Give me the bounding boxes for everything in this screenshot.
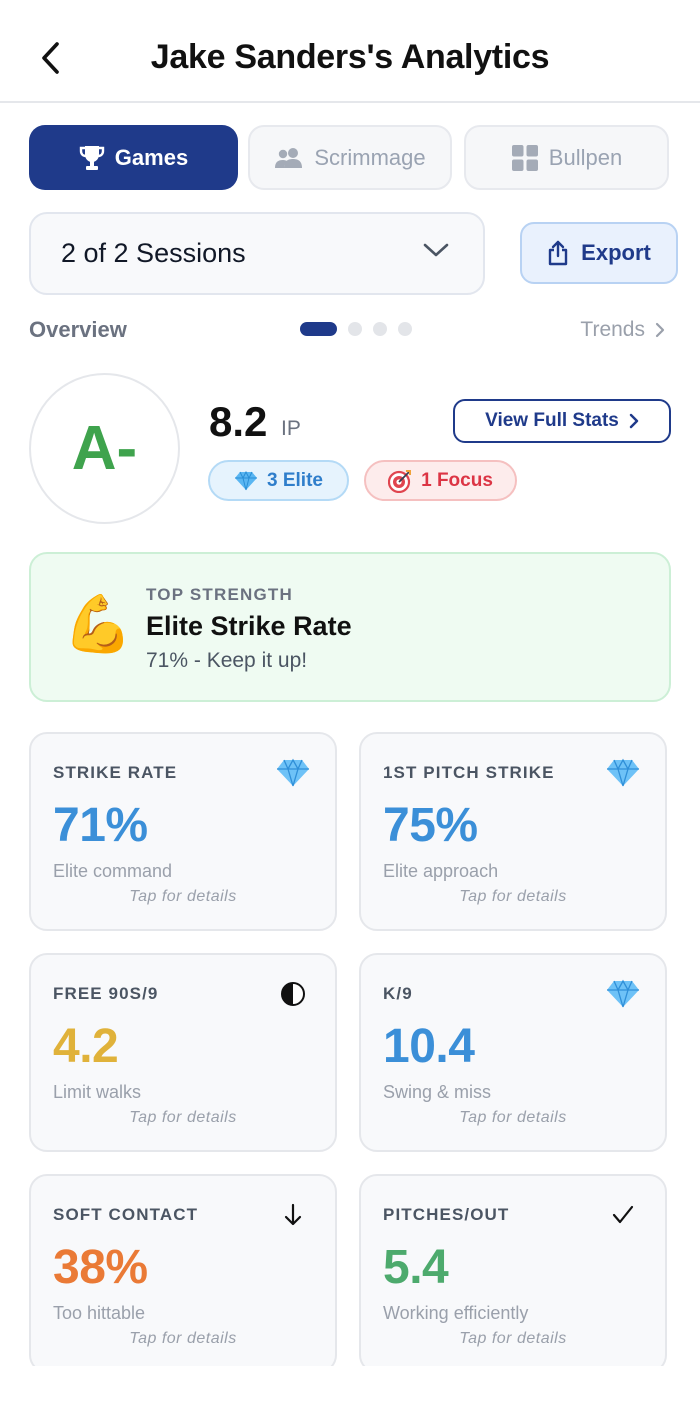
stat-label: 1ST PITCH STRIKE xyxy=(383,763,555,782)
diamond-icon xyxy=(275,756,311,790)
stat-note: Swing & miss xyxy=(383,1082,492,1102)
focus-badge[interactable]: 1 Focus xyxy=(364,460,517,501)
session-dropdown[interactable]: 2 of 2 Sessions xyxy=(29,212,485,295)
top-strength-card[interactable]: 💪 TOP STRENGTH Elite Strike Rate 71% - K… xyxy=(29,552,671,702)
stat-value: 71% xyxy=(53,799,148,852)
elite-badge-label: 3 Elite xyxy=(267,469,323,491)
tab-games[interactable]: Games xyxy=(29,125,238,190)
stat-tap-hint: Tap for details xyxy=(129,888,237,905)
bottom-fade xyxy=(0,1366,700,1427)
top-strength-subtitle: 71% - Keep it up! xyxy=(146,649,308,672)
page-dot-2[interactable] xyxy=(348,322,362,336)
stat-card-free-90s[interactable]: FREE 90S/9 4.2 Limit walks Tap for detai… xyxy=(29,953,337,1152)
app-header: Jake Sanders's Analytics xyxy=(0,0,700,103)
grid-icon xyxy=(511,144,538,171)
stat-tap-hint: Tap for details xyxy=(129,1330,237,1347)
stat-label: K/9 xyxy=(383,984,413,1003)
innings-pitched-unit: IP xyxy=(281,417,301,440)
stat-label: STRIKE RATE xyxy=(53,763,178,782)
chevron-right-icon xyxy=(629,413,639,429)
focus-badge-label: 1 Focus xyxy=(421,469,493,491)
stat-label: PITCHES/OUT xyxy=(383,1205,510,1224)
stat-label: FREE 90S/9 xyxy=(53,984,159,1003)
top-strength-title: Elite Strike Rate xyxy=(146,611,352,641)
target-icon xyxy=(388,469,412,493)
stat-note: Too hittable xyxy=(53,1303,146,1323)
tab-bullpen-label: Bullpen xyxy=(548,144,623,170)
stat-note: Limit walks xyxy=(53,1082,142,1102)
grade-circle: A- xyxy=(29,373,180,524)
arrow-down-icon xyxy=(275,1198,311,1232)
diamond-icon xyxy=(235,470,257,490)
stat-note: Elite command xyxy=(53,861,173,881)
page-dot-4[interactable] xyxy=(398,322,412,336)
stat-value: 38% xyxy=(53,1241,148,1294)
elite-badge[interactable]: 3 Elite xyxy=(208,460,349,501)
flexed-biceps-icon: 💪 xyxy=(63,592,133,655)
page-title: Jake Sanders's Analytics xyxy=(150,38,550,76)
page-dot-3[interactable] xyxy=(373,322,387,336)
checkmark-icon xyxy=(605,1198,641,1232)
tab-games-label: Games xyxy=(114,144,189,170)
chevron-down-icon xyxy=(423,243,449,257)
stat-card-k-per-9[interactable]: K/9 10.4 Swing & miss Tap for details xyxy=(359,953,667,1152)
tab-bullpen[interactable]: Bullpen xyxy=(464,125,669,190)
tab-scrimmage[interactable]: Scrimmage xyxy=(248,125,452,190)
view-full-stats-label: View Full Stats xyxy=(485,410,619,431)
trends-link[interactable]: Trends xyxy=(580,318,665,342)
trophy-icon xyxy=(79,145,104,170)
share-icon xyxy=(548,240,568,266)
stat-note: Working efficiently xyxy=(383,1303,529,1323)
stat-tap-hint: Tap for details xyxy=(459,888,567,905)
stat-tap-hint: Tap for details xyxy=(459,1109,567,1126)
trends-label: Trends xyxy=(580,318,645,341)
overview-label: Overview xyxy=(29,317,127,342)
stat-value: 75% xyxy=(383,799,478,852)
stat-value: 5.4 xyxy=(383,1241,449,1294)
chevron-right-icon xyxy=(655,322,665,338)
top-strength-label: TOP STRENGTH xyxy=(146,585,293,604)
page-indicator xyxy=(300,322,412,336)
users-icon xyxy=(275,147,303,168)
stat-value: 10.4 xyxy=(383,1020,475,1073)
stat-tap-hint: Tap for details xyxy=(129,1109,237,1126)
page-dot-1[interactable] xyxy=(300,322,337,336)
stat-tap-hint: Tap for details xyxy=(459,1330,567,1347)
export-button[interactable]: Export xyxy=(520,222,678,284)
export-label: Export xyxy=(581,240,651,265)
tab-scrimmage-label: Scrimmage xyxy=(314,144,426,170)
grade-value: A- xyxy=(71,414,138,483)
diamond-icon xyxy=(605,977,641,1011)
stat-label: SOFT CONTACT xyxy=(53,1205,199,1224)
stat-value: 4.2 xyxy=(53,1020,119,1073)
half-circle-icon xyxy=(275,977,311,1011)
stat-card-first-pitch-strike[interactable]: 1ST PITCH STRIKE 75% Elite approach Tap … xyxy=(359,732,667,931)
innings-pitched-value: 8.2 xyxy=(209,398,268,445)
view-full-stats-button[interactable]: View Full Stats xyxy=(453,399,671,443)
stat-card-strike-rate[interactable]: STRIKE RATE 71% Elite command Tap for de… xyxy=(29,732,337,931)
session-dropdown-value: 2 of 2 Sessions xyxy=(61,238,246,268)
stat-card-pitches-per-out[interactable]: PITCHES/OUT 5.4 Working efficiently Tap … xyxy=(359,1174,667,1373)
stat-card-soft-contact[interactable]: SOFT CONTACT 38% Too hittable Tap for de… xyxy=(29,1174,337,1373)
diamond-icon xyxy=(605,756,641,790)
stat-note: Elite approach xyxy=(383,861,499,881)
